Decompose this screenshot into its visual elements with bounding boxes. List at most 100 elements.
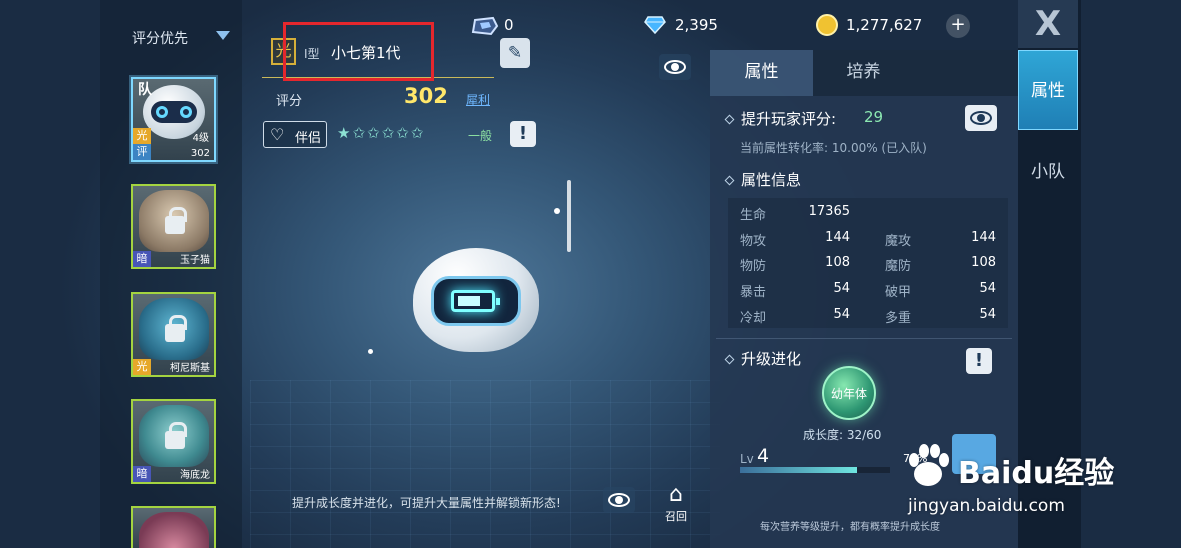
preview-form-button[interactable] (603, 487, 635, 513)
attr-value: 108 (825, 255, 850, 270)
tab-attributes[interactable]: 属性 (710, 50, 813, 96)
boost-detail-button[interactable] (965, 105, 997, 131)
attr-value: 54 (979, 281, 996, 296)
watermark-brand: Baidu经验 (958, 456, 1115, 491)
recall-button[interactable]: ⌂ 召回 (660, 482, 692, 524)
partner-button[interactable]: ♡ 伴侣 (263, 121, 327, 148)
diamond-count: 2,395 (675, 16, 718, 34)
attr-label: 多重 (885, 311, 912, 326)
attr-label: 魔攻 (885, 234, 912, 249)
robot-eye (180, 106, 192, 118)
info-exclamation-button[interactable]: ! (510, 121, 536, 147)
pet-model[interactable] (413, 248, 539, 356)
attr-label: 冷却 (740, 311, 767, 326)
attr-label: 暴击 (740, 285, 767, 300)
pet-card[interactable]: 光 柯尼斯基 (131, 292, 216, 377)
lock-icon (165, 315, 187, 342)
element-badge: 暗 (133, 251, 151, 267)
xp-progress-fill (740, 467, 857, 473)
element-badge: 光 (133, 128, 151, 144)
baidu-watermark: Baidu经验 jingyan.baidu.com (902, 440, 1122, 520)
pet-name: 海底龙 (180, 470, 210, 481)
element-badge: 光 (133, 359, 151, 375)
crystal-count: 0 (504, 16, 514, 34)
team-badge: 队 (138, 82, 152, 98)
attr-value: 54 (979, 307, 996, 322)
nutrition-note: 每次营养等级提升，都有概率提升成长度 (760, 522, 940, 533)
add-currency-button[interactable]: + (946, 14, 970, 38)
attr-value: 17365 (808, 204, 850, 219)
attr-label: 破甲 (885, 285, 912, 300)
toggle-view-button[interactable] (659, 54, 691, 80)
star-rating: ★✩✩✩✩✩ (337, 124, 426, 142)
quality-label: 一般 (468, 129, 493, 143)
tab-training[interactable]: 培养 (813, 50, 1018, 96)
close-button[interactable]: X (1018, 0, 1078, 48)
sort-dropdown-label[interactable]: 评分优先 (132, 28, 188, 48)
watermark-url: jingyan.baidu.com (908, 496, 1065, 516)
battery-icon (451, 290, 500, 312)
element-badge: 暗 (133, 466, 151, 482)
sparkle (567, 180, 571, 252)
attr-value: 54 (833, 281, 850, 296)
score-rank-link[interactable]: 犀利 (466, 91, 490, 108)
growth-stage-badge[interactable]: 幼年体 (822, 366, 876, 420)
score-label: 评分 (276, 94, 303, 109)
house-icon: ⌂ (669, 482, 683, 507)
attr-value: 144 (825, 230, 850, 245)
side-tab-attributes[interactable]: 属性 (1018, 50, 1078, 130)
level-label: Lv (740, 452, 754, 466)
tab-training-label: 培养 (846, 62, 881, 82)
xp-progress-bar (740, 467, 890, 473)
conversion-rate: 当前属性转化率: 10.00% (已入队) (740, 141, 927, 155)
evolve-section: 升级进化 (724, 348, 802, 369)
coin-count: 1,277,627 (846, 16, 923, 34)
attr-section: 属性信息 (724, 169, 802, 190)
eye-pupil (671, 63, 679, 71)
pet-portrait (139, 512, 209, 548)
pet-level: 4级 (192, 133, 209, 144)
panel-tabs: 属性 培养 (710, 50, 1018, 96)
attr-label: 物防 (740, 259, 767, 274)
pet-card[interactable]: 暗 海底龙 (131, 399, 216, 484)
diamond-icon (644, 16, 666, 34)
evolve-hint: 提升成长度并进化，可提升大量属性并解锁新形态! (292, 496, 561, 510)
attr-value: 144 (971, 230, 996, 245)
boost-value: 29 (864, 108, 884, 126)
bullet-icon (724, 354, 735, 365)
coin-icon (816, 14, 838, 36)
evolve-info-button[interactable]: ! (966, 348, 992, 374)
growth-value: 成长度: 32/60 (803, 428, 882, 442)
rating-badge: 评 (133, 144, 151, 160)
attr-label: 生命 (740, 208, 767, 223)
eye-pupil (615, 496, 623, 504)
score-value: 302 (404, 84, 448, 108)
pet-score: 302 (190, 148, 210, 159)
heart-icon: ♡ (270, 125, 285, 144)
level-value: 4 (757, 445, 770, 467)
eye-pupil (977, 114, 985, 122)
attr-label: 魔防 (885, 259, 912, 274)
pet-card[interactable]: 暗 玉子猫 (131, 184, 216, 269)
paw-logo-icon (909, 444, 949, 486)
pencil-icon: ✎ (507, 43, 523, 63)
attr-title: 属性信息 (741, 171, 802, 189)
partner-label: 伴侣 (295, 131, 322, 146)
recall-label: 召回 (665, 510, 687, 523)
side-tab-team[interactable]: 小队 (1018, 132, 1078, 212)
evolve-title: 升级进化 (741, 350, 802, 368)
pet-card-selected[interactable]: 队 4级 光 评 302 (131, 77, 216, 162)
highlight-box (283, 22, 434, 81)
boost-title: 提升玩家评分: (741, 110, 837, 128)
pet-name: 玉子猫 (180, 255, 210, 266)
boost-section: 提升玩家评分: (724, 108, 837, 129)
floor-grid (250, 380, 720, 548)
sparkle (368, 349, 373, 354)
robot-eye (156, 106, 168, 118)
attr-value: 54 (833, 307, 850, 322)
pet-card-partial[interactable] (131, 506, 216, 548)
bullet-icon (724, 175, 735, 186)
chevron-down-icon[interactable] (216, 31, 230, 40)
stage-label: 幼年体 (830, 387, 867, 401)
edit-name-button[interactable]: ✎ (500, 38, 530, 68)
